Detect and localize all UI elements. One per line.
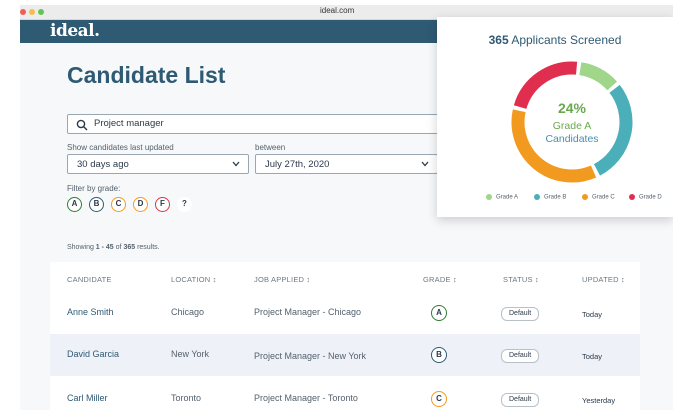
candidate-grade-badge: A bbox=[431, 305, 447, 321]
candidate-status-pill[interactable]: Default bbox=[501, 393, 540, 407]
column-header-candidate[interactable]: CANDIDATE bbox=[67, 275, 112, 284]
legend-item-grade-c: Grade C bbox=[582, 194, 615, 201]
donut-center-percent: 24% bbox=[558, 100, 587, 116]
grade-filter-b[interactable]: B bbox=[89, 197, 104, 212]
table-row[interactable]: David Garcia New York Project Manager - … bbox=[50, 334, 640, 376]
applicants-screened-card: 365 Applicants Screened 24% Grade A Cand… bbox=[437, 17, 673, 217]
candidate-updated: Today bbox=[582, 352, 603, 361]
candidate-grade-badge: C bbox=[431, 391, 447, 407]
column-header-job-applied[interactable]: JOB APPLIED ↕ bbox=[254, 275, 310, 284]
legend-item-grade-b: Grade B bbox=[534, 194, 566, 201]
chevron-down-icon bbox=[232, 161, 240, 167]
last-updated-value: 30 days ago bbox=[77, 159, 129, 170]
candidate-name-link[interactable]: Anne Smith bbox=[67, 307, 114, 317]
minimize-window-icon[interactable] bbox=[29, 9, 35, 15]
candidate-job: Project Manager - New York bbox=[254, 351, 367, 361]
search-input[interactable] bbox=[92, 117, 426, 130]
candidate-name-link[interactable]: Carl Miller bbox=[67, 393, 108, 403]
legend-swatch bbox=[486, 194, 492, 200]
grade-filter-d[interactable]: D bbox=[133, 197, 148, 212]
close-window-icon[interactable] bbox=[20, 9, 26, 15]
candidate-name-link[interactable]: David Garcia bbox=[67, 349, 119, 359]
legend-item-grade-d: Grade D bbox=[629, 194, 662, 201]
results-summary: Showing 1 - 45 of 365 results. bbox=[67, 244, 160, 251]
column-header-location[interactable]: LOCATION ↕ bbox=[171, 275, 217, 284]
donut-center-candidates: Candidates bbox=[545, 133, 598, 145]
grade-filter-f[interactable]: F bbox=[155, 197, 170, 212]
candidate-status-pill[interactable]: Default bbox=[501, 307, 540, 321]
grade-filter-c[interactable]: C bbox=[111, 197, 126, 212]
search-icon bbox=[76, 119, 88, 131]
between-date-value: July 27th, 2020 bbox=[265, 159, 330, 170]
legend-item-grade-a: Grade A bbox=[486, 194, 518, 201]
column-header-updated[interactable]: UPDATED ↕ bbox=[582, 275, 625, 284]
candidate-location: Chicago bbox=[171, 307, 205, 317]
candidate-grade-badge: B bbox=[431, 347, 447, 363]
last-updated-label: Show candidates last updated bbox=[67, 143, 174, 152]
candidate-location: Toronto bbox=[171, 393, 202, 403]
browser-url[interactable]: ideal.com bbox=[320, 6, 354, 15]
table-row[interactable]: Anne Smith Chicago Project Manager - Chi… bbox=[50, 292, 640, 334]
app-logo[interactable]: ideal. bbox=[50, 21, 100, 41]
legend-swatch bbox=[629, 194, 635, 200]
grade-filter-label: Filter by grade: bbox=[67, 184, 121, 193]
last-updated-select[interactable]: 30 days ago bbox=[67, 154, 249, 174]
column-header-status[interactable]: STATUS ↕ bbox=[503, 275, 539, 284]
chevron-down-icon bbox=[421, 161, 429, 167]
column-header-grade[interactable]: GRADE ↕ bbox=[423, 275, 457, 284]
grade-filter-a[interactable]: A bbox=[67, 197, 82, 212]
maximize-window-icon[interactable] bbox=[38, 9, 44, 15]
table-row[interactable]: Carl Miller Toronto Project Manager - To… bbox=[50, 376, 640, 418]
donut-slice-grade-b bbox=[593, 84, 633, 176]
candidate-location: New York bbox=[171, 349, 210, 359]
between-date-select[interactable]: July 27th, 2020 bbox=[255, 154, 438, 174]
legend-swatch bbox=[534, 194, 540, 200]
legend-swatch bbox=[582, 194, 588, 200]
donut-center-grade: Grade A bbox=[553, 120, 592, 132]
candidate-updated: Today bbox=[582, 310, 603, 319]
search-box[interactable] bbox=[67, 114, 447, 134]
candidate-updated: Yesterday bbox=[582, 396, 616, 405]
donut-slice-grade-a bbox=[579, 62, 618, 91]
candidate-job: Project Manager - Toronto bbox=[254, 393, 358, 403]
page-title: Candidate List bbox=[67, 62, 226, 88]
between-label: between bbox=[255, 143, 286, 152]
app-header: ideal. bbox=[20, 20, 460, 43]
candidate-job: Project Manager - Chicago bbox=[254, 307, 362, 317]
grade-filter-unknown[interactable]: ? bbox=[177, 197, 192, 212]
candidate-status-pill[interactable]: Default bbox=[501, 349, 540, 363]
grade-donut-chart: 24% Grade A Candidates bbox=[511, 61, 633, 183]
